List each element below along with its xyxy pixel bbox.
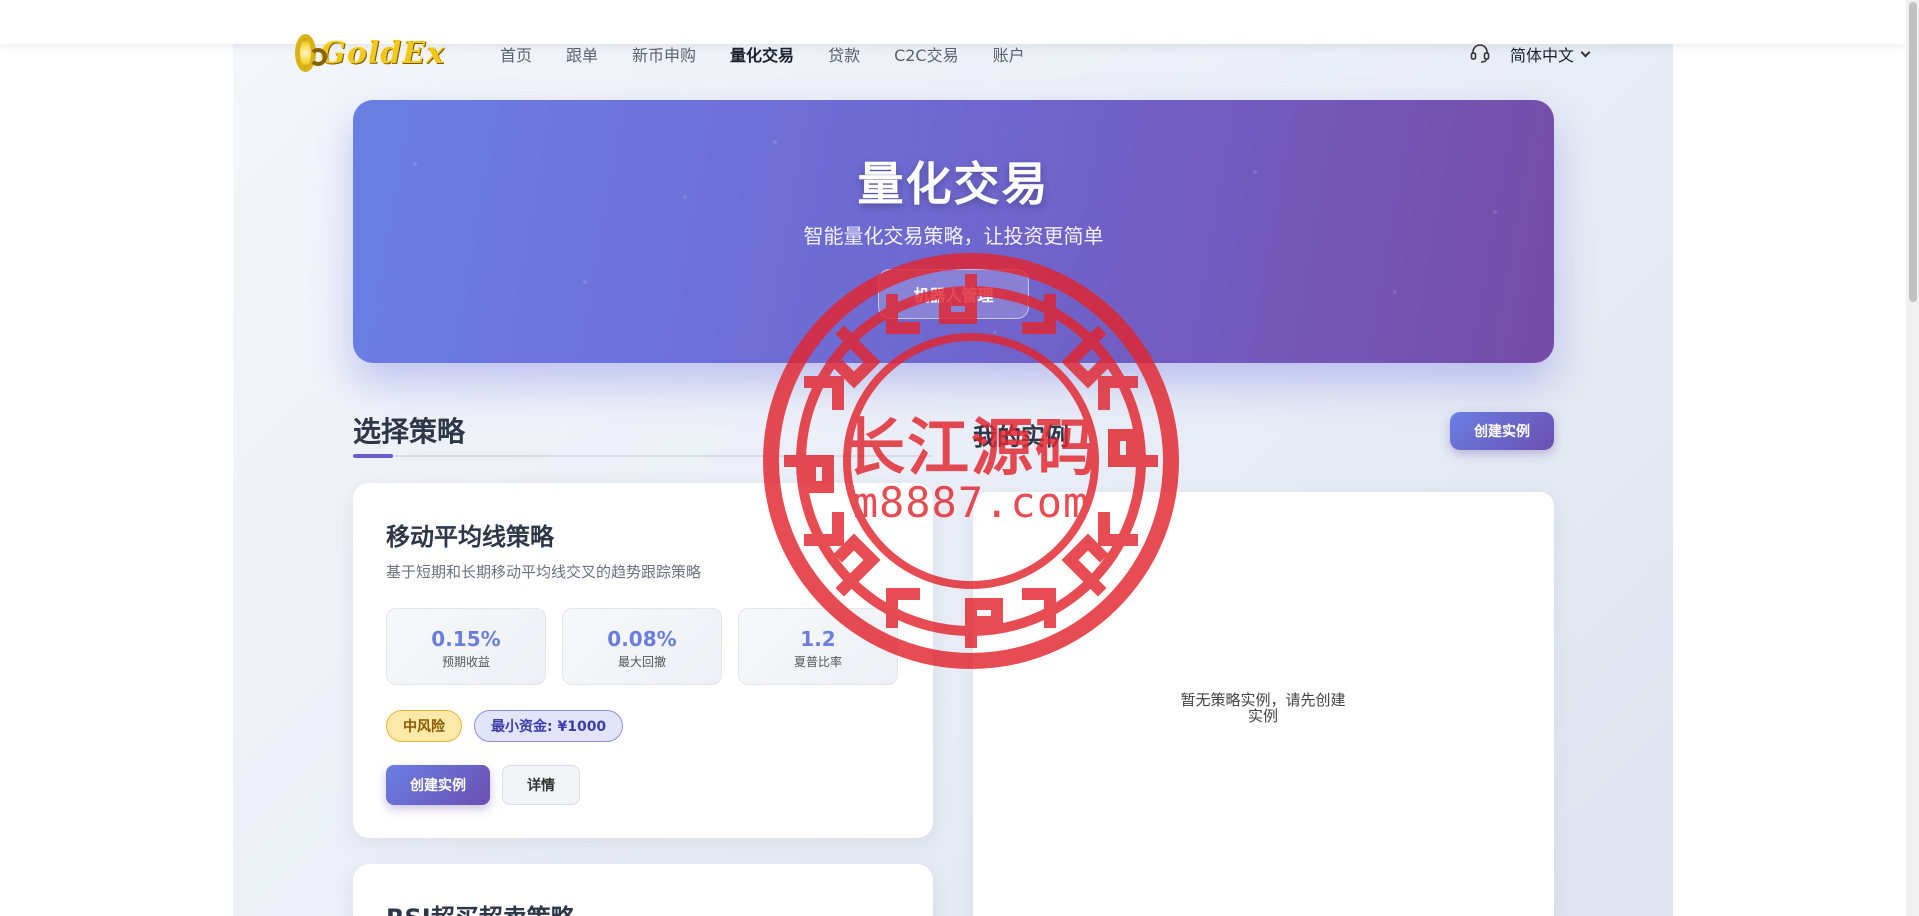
hero-decoration	[353, 100, 1554, 363]
headset-icon[interactable]	[1469, 42, 1491, 64]
logo-text: GoldEx	[320, 35, 445, 71]
logo-mark-icon	[295, 34, 328, 72]
metric-label: 夏普比率	[793, 655, 842, 669]
metric-sharpe-ratio: 1.2 夏普比率	[738, 608, 898, 685]
metric-max-drawdown: 0.08% 最大回撤	[562, 608, 722, 685]
my-instances-title: 我的实例	[973, 423, 1069, 451]
scrollbar-thumb[interactable]	[1909, 2, 1917, 302]
risk-badge: 中风险	[386, 710, 462, 742]
min-capital-badge: 最小资金: ¥1000	[474, 710, 624, 742]
hero-banner: 量化交易 智能量化交易策略，让投资更简单 机器人管理	[353, 100, 1554, 363]
nav-item-loans[interactable]: 贷款	[828, 42, 860, 66]
my-instances-panel: 暂无策略实例，请先创建 实例	[973, 492, 1554, 916]
strategy-name: RSI超买超卖策略	[386, 898, 575, 916]
section-divider-accent	[353, 454, 393, 458]
strategy-name: 移动平均线策略	[386, 523, 554, 551]
metric-label: 最大回撤	[617, 655, 666, 669]
empty-state-line: 实例	[1247, 707, 1278, 725]
nav-item-c2c-trading[interactable]: C2C交易	[894, 42, 959, 66]
strategy-badges: 中风险 最小资金: ¥1000	[386, 710, 624, 742]
nav-item-account[interactable]: 账户	[993, 42, 1025, 66]
strategy-metrics: 0.15% 预期收益 0.08% 最大回撤 1.2 夏普比率	[386, 608, 898, 685]
nav-item-new-coin-subscription[interactable]: 新币申购	[632, 42, 696, 66]
page-scrollbar[interactable]	[1906, 0, 1919, 916]
empty-state-line: 暂无策略实例，请先创建	[1180, 691, 1346, 709]
empty-state-message: 暂无策略实例，请先创建 实例	[973, 692, 1553, 724]
metric-expected-return: 0.15% 预期收益	[386, 608, 546, 685]
main-nav: 首页 跟单 新币申购 量化交易 贷款 C2C交易 账户	[500, 42, 1059, 66]
language-selector[interactable]: 简体中文	[1510, 42, 1591, 66]
top-navbar	[0, 0, 1906, 44]
strategy-card: RSI超买超卖策略	[353, 864, 933, 916]
metric-label: 预期收益	[441, 655, 490, 669]
details-button[interactable]: 详情	[502, 765, 580, 805]
strategy-description: 基于短期和长期移动平均线交叉的趋势跟踪策略	[386, 563, 702, 581]
nav-item-home[interactable]: 首页	[500, 42, 532, 66]
metric-value: 0.08%	[607, 627, 677, 651]
create-instance-button[interactable]: 创建实例	[386, 765, 490, 805]
strategy-actions: 创建实例 详情	[386, 765, 580, 805]
nav-item-quant-trading[interactable]: 量化交易	[730, 42, 794, 66]
section-divider	[353, 455, 933, 457]
nav-item-copy-trading[interactable]: 跟单	[566, 42, 598, 66]
strategy-section-title: 选择策略	[353, 415, 466, 448]
metric-value: 0.15%	[431, 627, 501, 651]
create-instance-button-header[interactable]: 创建实例	[1450, 412, 1554, 450]
chevron-down-icon	[1580, 47, 1591, 57]
strategy-card: 移动平均线策略 基于短期和长期移动平均线交叉的趋势跟踪策略 0.15% 预期收益…	[353, 483, 933, 838]
metric-value: 1.2	[800, 627, 836, 651]
logo[interactable]: GoldEx	[295, 32, 445, 74]
language-label: 简体中文	[1510, 46, 1575, 65]
